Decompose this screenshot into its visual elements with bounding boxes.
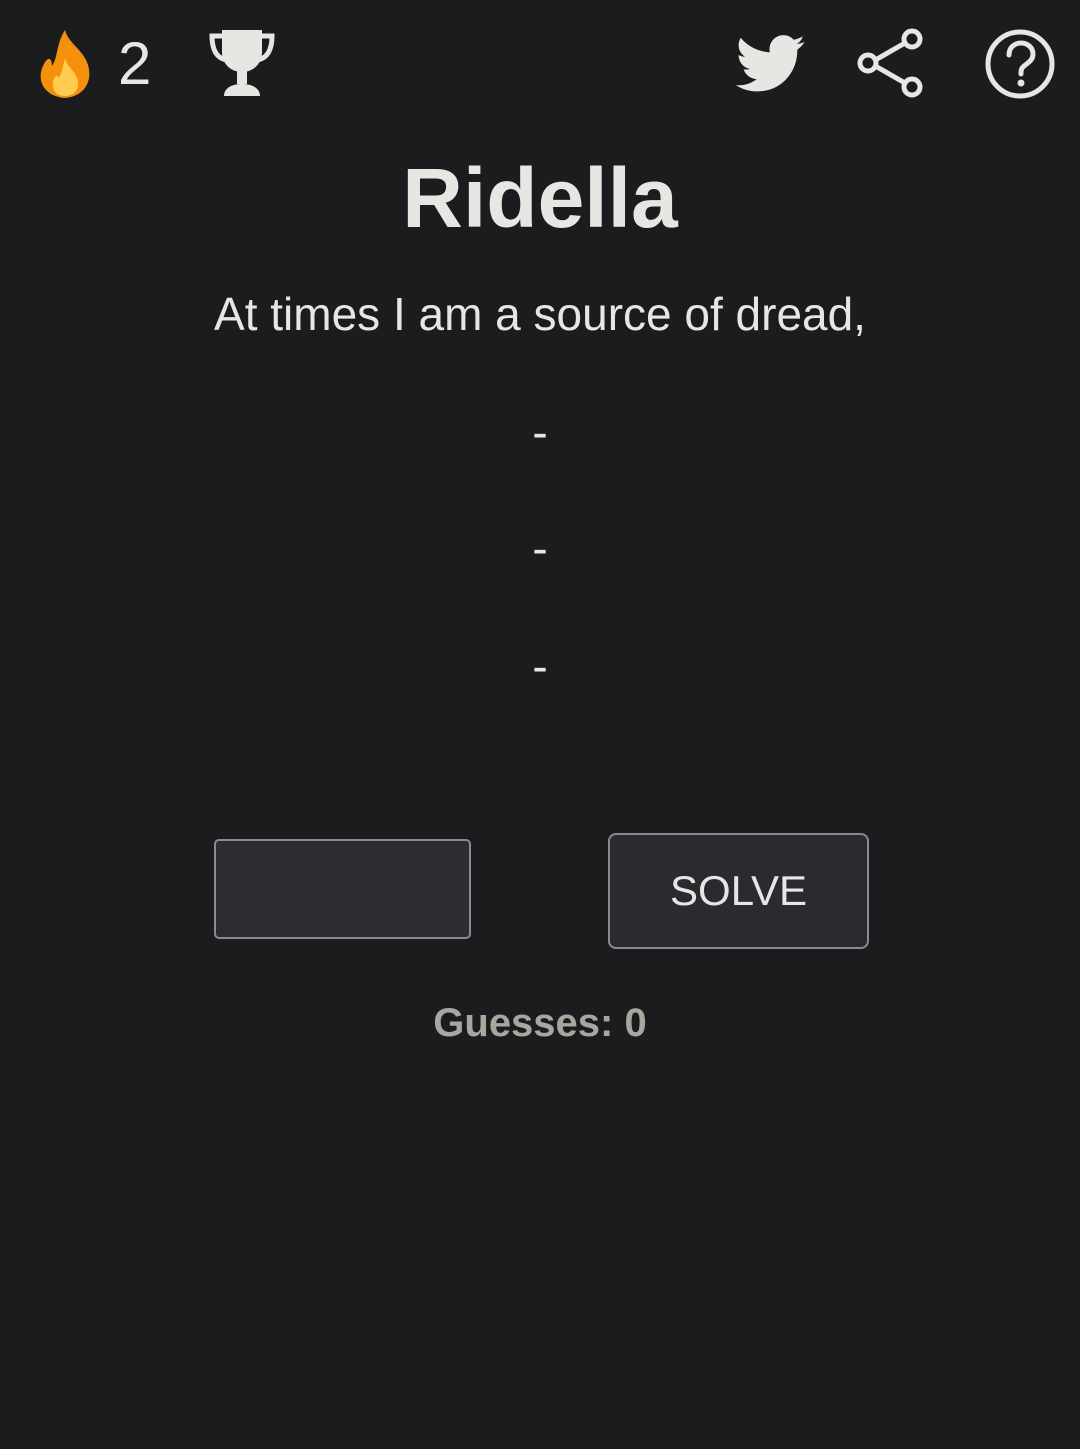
game-page: 2 Ridella At times I am a source of drea…: [0, 0, 1080, 1449]
riddle-line-1: At times I am a source of dread,: [214, 288, 866, 340]
riddle-line-3: -: [532, 522, 548, 574]
solve-button[interactable]: SOLVE: [608, 833, 869, 949]
help-icon[interactable]: [984, 28, 1056, 100]
riddle-line-4: -: [532, 640, 548, 692]
streak-count: 2: [118, 30, 152, 97]
page-title: Ridella: [402, 151, 678, 245]
answer-input[interactable]: [214, 839, 471, 939]
trophy-icon[interactable]: [206, 28, 278, 98]
twitter-icon[interactable]: [735, 34, 806, 94]
fire-icon: [32, 28, 98, 100]
share-icon[interactable]: [854, 27, 926, 99]
riddle-line-2: -: [532, 406, 548, 458]
guesses-counter: Guesses: 0: [433, 1001, 647, 1045]
top-bar: 2: [0, 0, 1080, 130]
